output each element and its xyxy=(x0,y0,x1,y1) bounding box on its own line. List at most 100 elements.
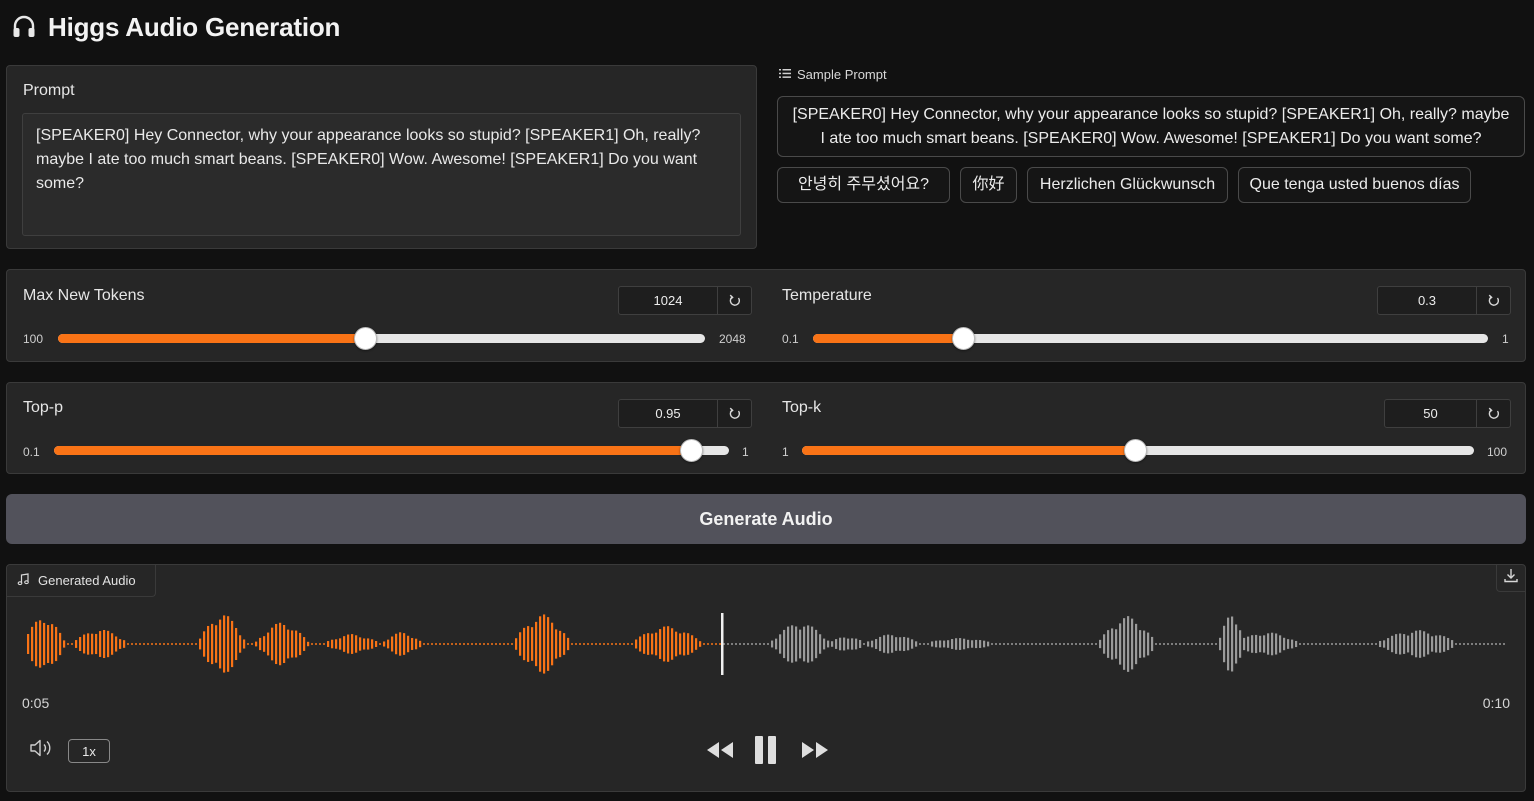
top-p-slider[interactable] xyxy=(54,439,729,462)
waveform-bar xyxy=(335,639,338,649)
prompt-textarea[interactable] xyxy=(22,113,741,236)
reset-icon[interactable] xyxy=(718,400,751,427)
fast-forward-button[interactable] xyxy=(799,737,831,767)
waveform-bar xyxy=(1423,631,1426,657)
waveform-bar xyxy=(795,626,798,662)
waveform-bar xyxy=(1151,636,1154,652)
generated-audio-label-text: Generated Audio xyxy=(38,573,136,588)
waveform-dot xyxy=(155,643,157,645)
playback-rate-button[interactable]: 1x xyxy=(68,739,110,763)
waveform-bar xyxy=(59,632,62,656)
waveform-dot xyxy=(1043,643,1045,645)
temperature-label: Temperature xyxy=(782,287,872,304)
slider-fill xyxy=(58,334,365,343)
waveform-bar xyxy=(207,625,210,663)
generate-audio-button[interactable]: Generate Audio xyxy=(6,494,1526,544)
waveform-bar xyxy=(1447,637,1450,651)
reset-icon[interactable] xyxy=(1477,400,1510,427)
max-tokens-input[interactable]: 1024 xyxy=(619,287,718,314)
waveform-dot xyxy=(1159,643,1161,645)
sample-prompt-button[interactable]: 你好 xyxy=(960,167,1017,203)
waveform-bar xyxy=(287,629,290,659)
waveform-bar xyxy=(1107,630,1110,658)
waveform-bar xyxy=(915,641,918,647)
top-k-slider[interactable] xyxy=(802,439,1474,462)
waveform-dot xyxy=(763,643,765,645)
waveform-bar xyxy=(659,629,662,659)
waveform-dot xyxy=(471,643,473,645)
reset-icon[interactable] xyxy=(1477,287,1510,314)
waveform-dot xyxy=(1363,643,1365,645)
sample-prompt-button[interactable]: Herzlichen Glückwunsch xyxy=(1027,167,1228,203)
top-p-input[interactable]: 0.95 xyxy=(619,400,718,427)
rewind-button[interactable] xyxy=(704,737,736,767)
waveform-bar xyxy=(899,637,902,651)
slider-thumb[interactable] xyxy=(952,327,975,350)
waveform-dot xyxy=(1479,643,1481,645)
waveform-bar xyxy=(527,626,530,662)
waveform-dot xyxy=(443,643,445,645)
waveform-dot xyxy=(139,643,141,645)
waveform-bar xyxy=(1271,632,1274,656)
max-tokens-min: 100 xyxy=(23,332,44,346)
waveform-bar xyxy=(663,626,666,662)
waveform-bar xyxy=(983,640,986,648)
slider-thumb[interactable] xyxy=(680,439,703,462)
waveform-dot xyxy=(1375,643,1377,645)
waveform-bar xyxy=(1411,632,1414,656)
audio-waveform[interactable] xyxy=(21,609,1511,679)
slider-thumb[interactable] xyxy=(354,327,377,350)
waveform-dot xyxy=(1459,643,1461,645)
temperature-input[interactable]: 0.3 xyxy=(1378,287,1477,314)
waveform-dot xyxy=(575,643,577,645)
waveform-dot xyxy=(923,643,925,645)
waveform-dot xyxy=(767,643,769,645)
top-p-label: Top-p xyxy=(23,399,64,416)
waveform-bar xyxy=(955,638,958,650)
waveform-dot xyxy=(499,643,501,645)
waveform-bar xyxy=(211,623,214,665)
sample-prompt-button[interactable]: [SPEAKER0] Hey Connector, why your appea… xyxy=(777,96,1525,157)
pause-button[interactable] xyxy=(753,735,779,770)
waveform-dot xyxy=(991,643,993,645)
download-button[interactable] xyxy=(1496,565,1525,592)
waveform-bar xyxy=(639,636,642,652)
waveform-dot xyxy=(179,643,181,645)
pause-icon xyxy=(754,735,778,770)
top-k-label: Top-k xyxy=(782,399,822,416)
waveform-bar xyxy=(1143,630,1146,658)
waveform-bar xyxy=(255,641,258,647)
waveform-bar xyxy=(539,616,542,672)
waveform-bar xyxy=(375,641,378,647)
top-k-input[interactable]: 50 xyxy=(1385,400,1477,427)
waveform-bar xyxy=(43,622,46,666)
sample-prompt-button[interactable]: Que tenga usted buenos días xyxy=(1238,167,1471,203)
waveform-bar xyxy=(771,640,774,648)
temperature-slider[interactable] xyxy=(813,327,1488,350)
waveform-dot xyxy=(311,643,313,645)
waveform-dot xyxy=(1315,643,1317,645)
waveform-dot xyxy=(423,643,425,645)
waveform-bar xyxy=(695,638,698,650)
waveform-dot xyxy=(451,643,453,645)
slider-thumb[interactable] xyxy=(1124,439,1147,462)
playhead-cursor[interactable] xyxy=(721,613,724,675)
waveform-bar xyxy=(1387,638,1390,650)
waveform-dot xyxy=(435,643,437,645)
volume-button[interactable] xyxy=(29,737,59,761)
waveform-bar xyxy=(1131,618,1134,670)
waveform-dot xyxy=(1067,643,1069,645)
max-tokens-slider[interactable] xyxy=(58,327,705,350)
waveform-bar xyxy=(231,620,234,668)
waveform-dot xyxy=(623,643,625,645)
reset-icon[interactable] xyxy=(718,287,751,314)
waveform-bar xyxy=(387,639,390,649)
waveform-dot xyxy=(1027,643,1029,645)
waveform-bar xyxy=(399,632,402,656)
waveform-bar xyxy=(563,633,566,655)
waveform-dot xyxy=(67,643,69,645)
sample-prompt-button[interactable]: 안녕히 주무셨어요? xyxy=(777,167,950,203)
waveform-dot xyxy=(1475,643,1477,645)
waveform-dot xyxy=(1195,643,1197,645)
waveform-bar xyxy=(1263,635,1266,653)
